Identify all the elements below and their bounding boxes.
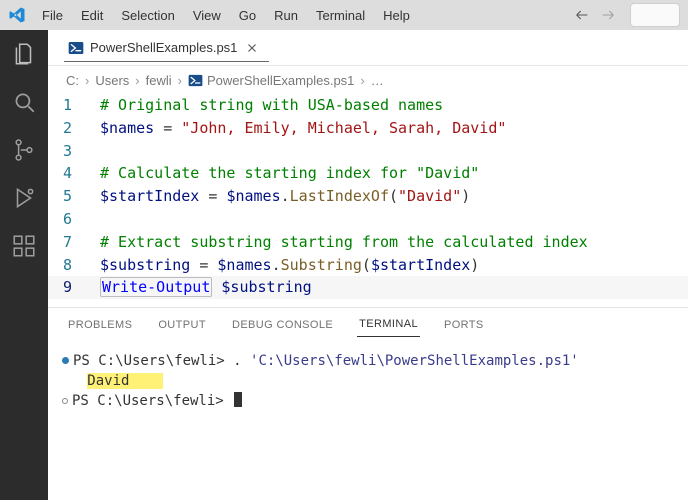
editor-tab-powershell[interactable]: PowerShellExamples.ps1 [64,34,269,62]
terminal-prompt: PS C:\Users\fewli> [72,393,232,409]
terminal-output-highlighted: David [87,373,129,389]
breadcrumb[interactable]: C: › Users › fewli › PowerShellExamples.… [48,66,688,94]
activity-bar [0,30,48,500]
editor-tabs: PowerShellExamples.ps1 [48,30,688,66]
line-number: 5 [48,185,100,208]
breadcrumb-item[interactable]: … [371,73,384,88]
menu-help[interactable]: Help [375,4,418,27]
code-token: = [154,119,181,137]
panel-tabs: PROBLEMS OUTPUT DEBUG CONSOLE TERMINAL P… [48,307,688,341]
menu-run[interactable]: Run [266,4,306,27]
panel-tab-terminal[interactable]: TERMINAL [357,312,420,337]
tab-filename: PowerShellExamples.ps1 [90,40,237,55]
code-token: = [190,256,217,274]
breadcrumb-item[interactable]: PowerShellExamples.ps1 [207,73,354,88]
code-token: $names [100,119,154,137]
code-token: ) [470,256,479,274]
run-debug-icon[interactable] [10,184,38,212]
code-comment: # Original string with USA-based names [100,96,443,114]
menu-view[interactable]: View [185,4,229,27]
panel-tab-debug[interactable]: DEBUG CONSOLE [230,313,335,337]
code-comment: # Extract substring starting from the ca… [100,233,588,251]
line-number: 6 [48,208,100,231]
code-token: ) [461,187,470,205]
search-icon[interactable] [10,88,38,116]
code-token: ( [362,256,371,274]
code-token: $substring [221,278,311,296]
source-control-icon[interactable] [10,136,38,164]
terminal-line: PS C:\Users\fewli> . 'C:\Users\fewli\Pow… [62,351,678,371]
terminal-line: PS C:\Users\fewli> [62,391,678,411]
panel-tab-ports[interactable]: PORTS [442,313,486,337]
status-dot-icon [62,357,69,364]
terminal[interactable]: PS C:\Users\fewli> . 'C:\Users\fewli\Pow… [48,341,688,411]
breadcrumb-item[interactable]: Users [95,73,129,88]
terminal-line: David [62,371,678,391]
chevron-right-icon: › [176,73,184,88]
extensions-icon[interactable] [10,232,38,260]
terminal-cursor [234,392,242,407]
panel-tab-output[interactable]: OUTPUT [156,313,208,337]
line-number: 8 [48,254,100,277]
terminal-text: . [233,353,250,369]
powershell-file-icon [68,40,84,56]
code-token: Substring [281,256,362,274]
terminal-prompt: PS C:\Users\fewli> [73,353,233,369]
line-number: 1 [48,94,100,117]
line-number: 7 [48,231,100,254]
title-bar: File Edit Selection View Go Run Terminal… [0,0,688,30]
nav-back-icon[interactable] [570,3,594,27]
chevron-right-icon: › [83,73,91,88]
code-token: . [281,187,290,205]
code-comment: # Calculate the starting index for "Davi… [100,164,479,182]
code-editor[interactable]: 1# Original string with USA-based names … [48,94,688,299]
code-token: $names [217,256,271,274]
line-number: 3 [48,140,100,163]
code-token: = [199,187,226,205]
close-icon[interactable] [243,41,259,55]
explorer-icon[interactable] [10,40,38,68]
line-number: 2 [48,117,100,140]
code-token: $substring [100,256,190,274]
command-center-input[interactable] [630,3,680,27]
powershell-file-icon [188,73,203,88]
breadcrumb-item[interactable]: C: [66,73,79,88]
terminal-text: 'C:\Users\fewli\PowerShellExamples.ps1' [250,353,579,369]
code-token: . [272,256,281,274]
code-token: $startIndex [371,256,470,274]
code-token: $names [226,187,280,205]
status-dot-icon [62,398,68,404]
breadcrumb-item[interactable]: fewli [146,73,172,88]
menu-go[interactable]: Go [231,4,264,27]
menu-terminal[interactable]: Terminal [308,4,373,27]
menu-selection[interactable]: Selection [113,4,182,27]
code-token: LastIndexOf [290,187,389,205]
panel-tab-problems[interactable]: PROBLEMS [66,313,134,337]
code-token: ( [389,187,398,205]
code-token: "John, Emily, Michael, Sarah, David" [181,119,506,137]
code-token: $startIndex [100,187,199,205]
code-token: Write-Output [100,277,212,297]
menu-file[interactable]: File [34,4,71,27]
code-token: "David" [398,187,461,205]
chevron-right-icon: › [358,73,366,88]
line-number: 9 [48,276,100,299]
vscode-logo-icon [8,6,26,24]
nav-forward-icon[interactable] [596,3,620,27]
chevron-right-icon: › [133,73,141,88]
line-number: 4 [48,162,100,185]
menu-edit[interactable]: Edit [73,4,111,27]
